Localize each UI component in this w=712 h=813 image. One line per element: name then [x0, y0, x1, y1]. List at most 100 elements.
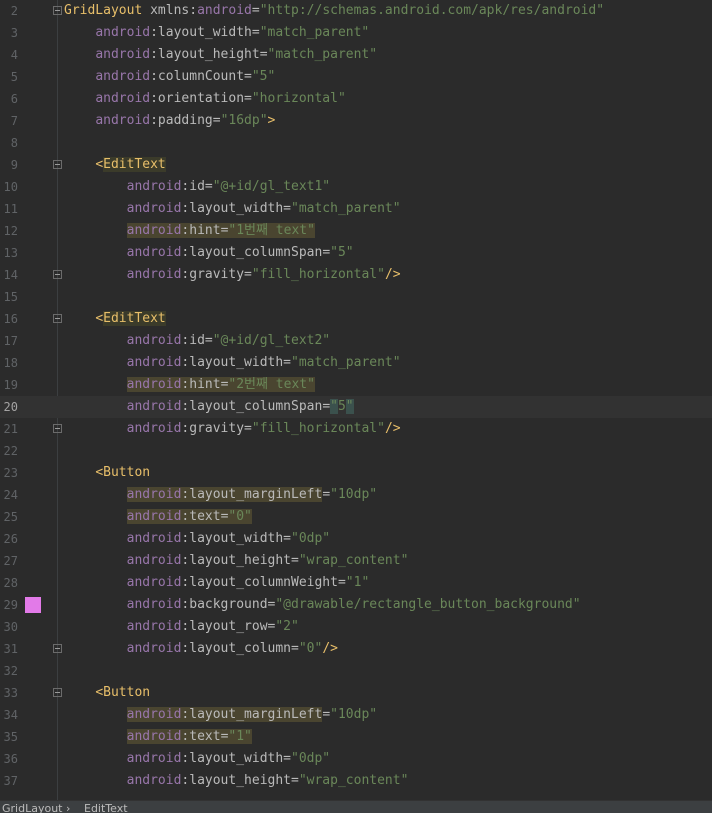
- code-line[interactable]: 19 android:hint="2번째 text": [0, 374, 712, 396]
- color-preview-icon[interactable]: [25, 597, 41, 613]
- code-token: "http://schemas.android.com/apk/res/andr…: [259, 3, 605, 18]
- code-token: :layout_height: [181, 773, 291, 788]
- code-line[interactable]: 13 android:layout_columnSpan="5": [0, 242, 712, 264]
- code-line[interactable]: 8: [0, 132, 712, 154]
- fold-open-icon[interactable]: [53, 160, 62, 169]
- code-line[interactable]: 21 android:gravity="fill_horizontal"/>: [0, 418, 712, 440]
- line-number: 32: [3, 664, 18, 678]
- code-line[interactable]: 32: [0, 660, 712, 682]
- fold-close-icon[interactable]: [53, 644, 62, 653]
- code-token: />: [384, 421, 401, 436]
- code-token: "5": [330, 245, 354, 260]
- fold-close-icon[interactable]: [53, 424, 62, 433]
- code-token: "16dp": [220, 113, 268, 128]
- code-token: :id: [181, 333, 205, 348]
- code-line[interactable]: 34 android:layout_marginLeft="10dp": [0, 704, 712, 726]
- code-token: android: [95, 91, 151, 106]
- code-token: :layout_width: [181, 201, 284, 216]
- code-line[interactable]: 14 android:gravity="fill_horizontal"/>: [0, 264, 712, 286]
- code-line[interactable]: 31 android:layout_column="0"/>: [0, 638, 712, 660]
- code-token: EditText: [103, 157, 166, 172]
- code-line[interactable]: 12 android:hint="1번째 text": [0, 220, 712, 242]
- code-token: android: [126, 487, 182, 502]
- code-line[interactable]: 33 <Button: [0, 682, 712, 704]
- fold-close-icon[interactable]: [53, 270, 62, 279]
- code-line[interactable]: 28 android:layout_columnWeight="1": [0, 572, 712, 594]
- code-line[interactable]: 9 <EditText: [0, 154, 712, 176]
- fold-open-icon[interactable]: [53, 314, 62, 323]
- code-line[interactable]: 20 android:layout_columnSpan="5": [0, 396, 712, 418]
- code-line[interactable]: 16 <EditText: [0, 308, 712, 330]
- code-line[interactable]: 22: [0, 440, 712, 462]
- code-token: =: [322, 399, 331, 414]
- code-line[interactable]: 25 android:text="0": [0, 506, 712, 528]
- code-token: "wrap_content": [298, 553, 409, 568]
- code-line[interactable]: 4 android:layout_height="match_parent": [0, 44, 712, 66]
- code-token: "1번째 text": [228, 223, 315, 238]
- code-line[interactable]: 10 android:id="@+id/gl_text1": [0, 176, 712, 198]
- code-line[interactable]: 30 android:layout_row="2": [0, 616, 712, 638]
- code-text: android:layout_width="0dp": [64, 748, 331, 770]
- code-line[interactable]: 6 android:orientation="horizontal": [0, 88, 712, 110]
- breadcrumb-bar: GridLayout › EditText: [0, 800, 712, 813]
- code-line[interactable]: 17 android:id="@+id/gl_text2": [0, 330, 712, 352]
- code-line[interactable]: 37 android:layout_height="wrap_content": [0, 770, 712, 792]
- code-line[interactable]: 24 android:layout_marginLeft="10dp": [0, 484, 712, 506]
- code-line[interactable]: 2 GridLayout xmlns:android="http://schema…: [0, 0, 712, 22]
- code-editor[interactable]: 2 GridLayout xmlns:android="http://schema…: [0, 0, 712, 800]
- line-number: 3: [10, 26, 18, 40]
- code-line[interactable]: 35 android:text="1": [0, 726, 712, 748]
- code-token: :background: [181, 597, 268, 612]
- line-number: 16: [3, 312, 18, 326]
- code-line[interactable]: 5 android:columnCount="5": [0, 66, 712, 88]
- code-token: "10dp": [330, 707, 378, 722]
- code-text: android:layout_height="match_parent": [64, 44, 377, 66]
- code-line[interactable]: 15: [0, 286, 712, 308]
- code-text: android:hint="2번째 text": [64, 374, 315, 396]
- code-line[interactable]: 27 android:layout_height="wrap_content": [0, 550, 712, 572]
- code-token: android: [126, 531, 182, 546]
- code-line[interactable]: 26 android:layout_width="0dp": [0, 528, 712, 550]
- code-token: android: [126, 421, 182, 436]
- code-token: "0dp": [291, 751, 331, 766]
- code-token: "2": [275, 619, 299, 634]
- code-line[interactable]: 11 android:layout_width="match_parent": [0, 198, 712, 220]
- code-token: android: [126, 597, 182, 612]
- line-number: 2: [10, 4, 18, 18]
- code-line[interactable]: 29 android:background="@drawable/rectang…: [0, 594, 712, 616]
- code-token: <: [95, 157, 104, 172]
- line-number: 6: [10, 92, 18, 106]
- code-token: :padding: [150, 113, 213, 128]
- code-token: android: [126, 729, 182, 744]
- code-token: Button: [103, 465, 151, 480]
- code-token: ": [345, 399, 354, 414]
- code-line[interactable]: 23 <Button: [0, 462, 712, 484]
- code-token: android: [95, 25, 151, 40]
- line-number: 19: [3, 378, 18, 392]
- code-text: android:layout_width="match_parent": [64, 22, 369, 44]
- code-token: :gravity: [181, 267, 245, 282]
- code-line[interactable]: 18 android:layout_width="match_parent": [0, 352, 712, 374]
- code-token: "0": [298, 641, 323, 656]
- code-token: =: [251, 3, 260, 18]
- code-token: =: [212, 113, 221, 128]
- code-token: "match_parent": [291, 355, 401, 370]
- code-line[interactable]: 36 android:layout_width="0dp": [0, 748, 712, 770]
- code-line[interactable]: 3 android:layout_width="match_parent": [0, 22, 712, 44]
- fold-open-icon[interactable]: [53, 6, 62, 15]
- code-token: =: [244, 267, 252, 282]
- line-number: 21: [3, 422, 18, 436]
- code-text: <EditText: [64, 308, 166, 330]
- code-line[interactable]: 7 android:padding="16dp">: [0, 110, 712, 132]
- fold-open-icon[interactable]: [53, 688, 62, 697]
